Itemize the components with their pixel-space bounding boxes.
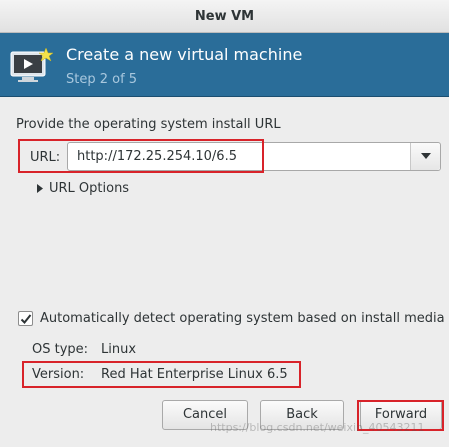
watermark: https://blog.csdn.net/weixin_40543211 [210,421,425,434]
window-title: New VM [0,0,449,33]
virtual-machine-monitor-icon [10,47,54,82]
wizard-title: Create a new virtual machine [66,45,303,64]
wizard-step: Step 2 of 5 [66,72,138,87]
url-options-label: URL Options [49,181,130,196]
checkmark-icon [20,314,32,324]
expander-arrow-icon [37,184,43,193]
url-annotation-box [18,139,264,173]
version-annotation-box [22,361,301,388]
wizard-header: Create a new virtual machine Step 2 of 5 [0,33,449,97]
url-dropdown-button[interactable] [410,143,440,170]
install-url-prompt: Provide the operating system install URL [16,117,281,132]
os-type-label: OS type: [32,342,89,357]
auto-detect-checkbox[interactable] [18,311,33,326]
os-type-value: Linux [101,342,137,357]
chevron-down-icon [421,153,431,159]
auto-detect-label: Automatically detect operating system ba… [40,311,445,326]
